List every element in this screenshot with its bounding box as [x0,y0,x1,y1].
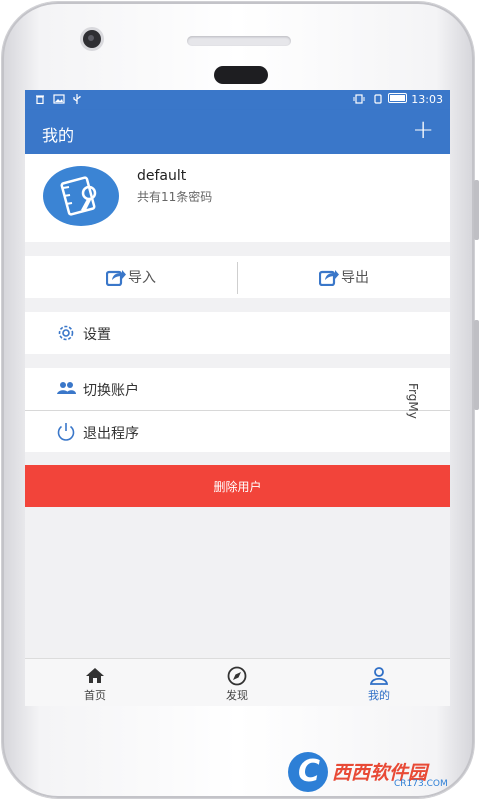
tab-home[interactable]: 首页 [25,659,165,706]
usb-icon [73,94,81,104]
vibrate-icon [353,94,365,104]
menu-item-settings[interactable]: 设置 [25,312,450,354]
import-button[interactable]: 导入 [25,256,237,298]
export-button[interactable]: 导出 [238,256,450,298]
add-button[interactable]: + [412,116,434,144]
avatar [43,166,119,226]
import-export-row: 导入 导出 [25,256,450,298]
settings-label: 设置 [83,327,111,343]
app-screen: 13:03 我的 + default 共有11条密码 导入 导出 设置 切换账户… [25,90,450,706]
sim-icon [374,94,382,104]
status-bar: 13:03 [25,90,450,110]
earpiece-speaker [187,36,291,46]
menu-item-switch-account[interactable]: 切换账户 [25,368,450,410]
tab-discover[interactable]: 发现 [167,659,307,706]
page-title: 我的 [42,126,75,145]
export-label: 导出 [341,270,369,286]
tab-discover-label: 发现 [226,689,248,702]
front-camera [83,30,101,48]
home-icon [86,668,104,683]
menu-item-exit[interactable]: 退出程序 [25,411,450,453]
watermark-circle: C [288,752,328,792]
account-card: 切换账户 退出程序 [25,368,450,452]
tab-home-label: 首页 [84,689,106,702]
app-bar: 我的 + [25,110,450,154]
bottom-nav: 首页 发现 我的 [25,658,450,706]
tab-mine[interactable]: 我的 [309,659,449,706]
side-text: FrgMy [406,383,420,419]
image-icon [52,94,65,104]
status-right: 13:03 [353,93,443,106]
status-time: 13:03 [411,93,443,106]
side-button-right-top [474,180,479,240]
delete-user-button[interactable]: 删除用户 [25,465,450,507]
profile-card[interactable]: default 共有11条密码 [25,154,450,242]
power-icon [57,423,75,441]
exit-label: 退出程序 [83,426,139,442]
person-icon [369,667,389,685]
status-left-icons [35,93,82,106]
users-icon [57,382,76,394]
battery-icon [388,93,408,103]
export-icon [319,270,339,286]
password-count: 共有11条密码 [137,190,213,204]
tab-mine-label: 我的 [368,689,390,702]
trash-icon [36,95,44,105]
switch-account-label: 切换账户 [83,383,139,399]
watermark-site: CR173.COM [394,779,448,789]
gear-icon [58,325,74,341]
watermark-logo: C 西西软件园 CR173.COM [288,752,468,792]
import-icon [106,270,126,286]
settings-card: 设置 [25,312,450,354]
side-button-right-mid [474,320,479,410]
proximity-sensor [214,66,268,84]
profile-name: default [137,168,187,184]
import-label: 导入 [128,270,156,286]
compass-icon [227,666,247,686]
